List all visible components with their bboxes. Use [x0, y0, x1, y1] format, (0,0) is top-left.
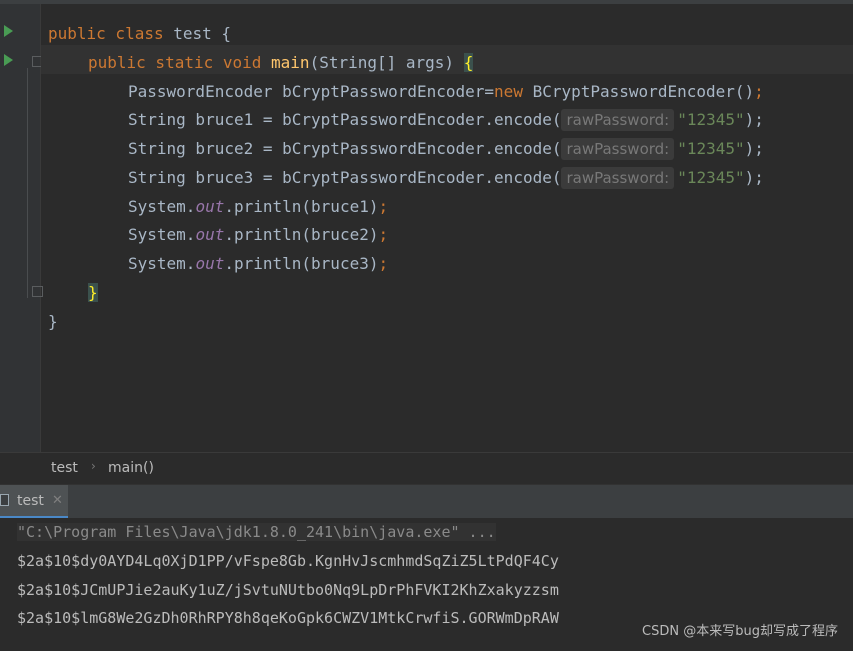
breadcrumb-bar: test › main(): [0, 452, 853, 484]
code-line-10: }: [88, 278, 98, 307]
code-line-9: System.out.println(bruce3);: [128, 254, 389, 273]
code-line-6: String bruce3 = bCryptPasswordEncoder.en…: [128, 167, 764, 189]
code-line-7: System.out.println(bruce1);: [128, 197, 389, 216]
run-tool-window-tabs: test ✕: [0, 484, 853, 519]
console-command-line: "C:\Program Files\Java\jdk1.8.0_241\bin\…: [17, 523, 496, 541]
code-line-2: public static void main(String[] args) {: [88, 53, 474, 72]
code-line-8: System.out.println(bruce2);: [128, 225, 389, 244]
run-main-icon[interactable]: [4, 54, 13, 66]
param-hint: rawPassword:: [561, 167, 675, 189]
run-tab-label: test: [17, 493, 44, 509]
matched-brace-close: }: [88, 283, 98, 302]
code-line-1: public class test {: [48, 24, 232, 43]
code-line-11: }: [48, 312, 58, 331]
console-output-line: $2a$10$dy0AYD4Lq0XjD1PP/vFspe8Gb.KgnHvJs…: [17, 552, 559, 570]
watermark: CSDN @本来写bug却写成了程序: [642, 624, 838, 639]
close-icon[interactable]: ✕: [52, 493, 63, 508]
breadcrumb-class[interactable]: test: [51, 460, 78, 476]
run-class-icon[interactable]: [4, 25, 13, 37]
fold-guide: [27, 68, 28, 298]
code-editor[interactable]: public class test { public static void m…: [41, 4, 853, 452]
run-tab-test[interactable]: test ✕: [0, 485, 68, 519]
matched-brace: {: [463, 53, 474, 72]
breadcrumb-method[interactable]: main(): [108, 460, 154, 476]
code-line-5: String bruce2 = bCryptPasswordEncoder.en…: [128, 138, 764, 160]
editor-gutter: [0, 4, 43, 452]
param-hint: rawPassword:: [561, 109, 675, 131]
console-output-line: $2a$10$JCmUPJie2auKy1uZ/jSvtuNUtbo0Nq9Lp…: [17, 581, 559, 599]
code-line-4: String bruce1 = bCryptPasswordEncoder.en…: [128, 109, 764, 131]
breadcrumb-separator: ›: [91, 459, 96, 473]
console-output-line: $2a$10$lmG8We2GzDh0RhRPY8h8qeKoGpk6CWZV1…: [17, 609, 559, 627]
param-hint: rawPassword:: [561, 138, 675, 160]
run-config-icon: [0, 494, 9, 506]
code-line-3: PasswordEncoder bCryptPasswordEncoder=ne…: [128, 82, 764, 101]
